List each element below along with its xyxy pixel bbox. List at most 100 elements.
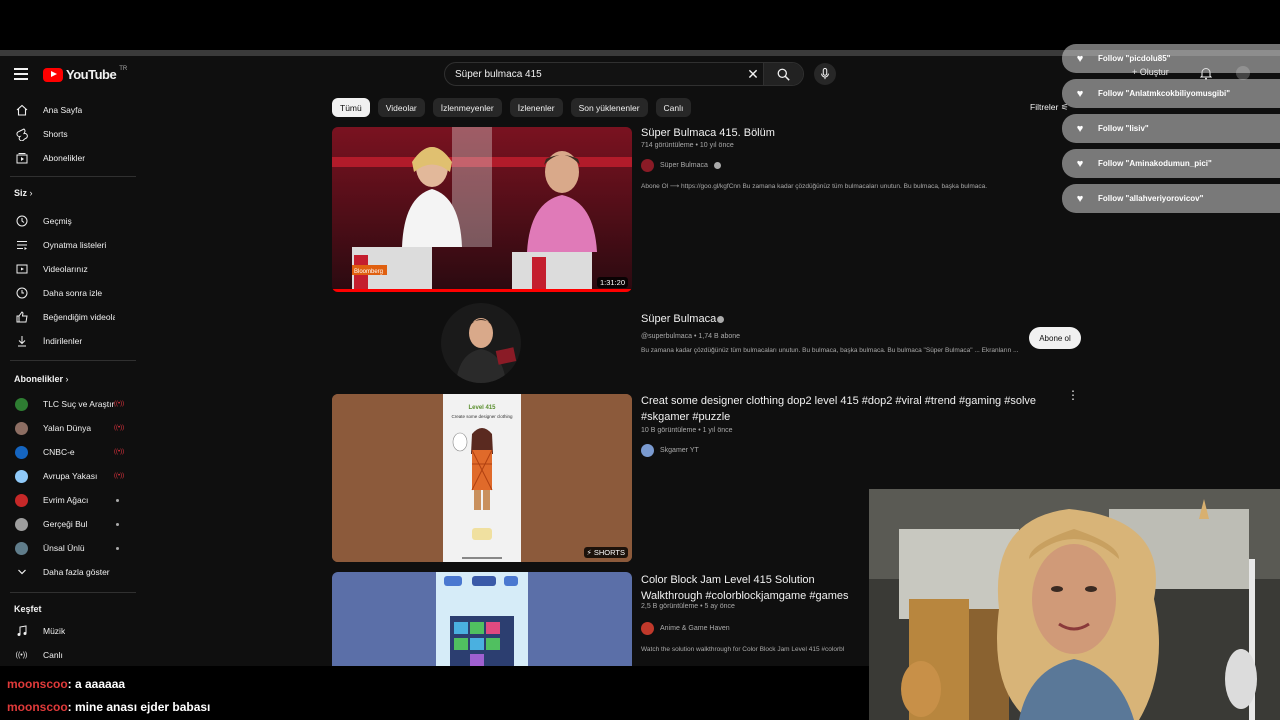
chat-message: moonscoo: a aaaaaa: [7, 677, 125, 691]
channel-avatar: [15, 541, 28, 555]
chip-unwatched[interactable]: İzlenmeyenler: [432, 98, 502, 117]
sidebar-section-subscriptions[interactable]: Abonelikler ›: [14, 374, 69, 384]
sidebar-item-label: Oynatma listeleri: [43, 240, 107, 250]
follow-alert-text: Follow "lisiv": [1098, 124, 1149, 133]
live-icon: ((•)): [114, 449, 125, 455]
sidebar-item-label: Beğendiğim videolar: [43, 312, 115, 322]
sidebar-sub-item[interactable]: Gerçeği Bul: [0, 514, 140, 534]
thumbnail-image: [332, 572, 632, 666]
menu-icon[interactable]: [14, 68, 28, 80]
sidebar-item-history[interactable]: Geçmiş: [0, 211, 140, 231]
sidebar-sub-item[interactable]: Ünsal Ünlü: [0, 538, 140, 558]
channel-link[interactable]: Skgamer YT: [641, 444, 699, 457]
channel-avatar: [15, 397, 28, 411]
sidebar-sub-item[interactable]: TLC Suç ve Araştırma ((•)): [0, 394, 140, 414]
shorts-icon: [15, 127, 28, 141]
verified-icon: [713, 162, 721, 169]
thumbnail-level-text: Level 415: [468, 405, 496, 411]
chat-text: : mine anası ejder babası: [67, 700, 211, 714]
chip-live[interactable]: Canlı: [655, 98, 692, 117]
sidebar-item-label: Videolarınız: [43, 264, 88, 274]
shorts-badge-label: SHORTS: [593, 548, 625, 557]
follow-alert-text: Follow "allahveriyorovicov": [1098, 194, 1204, 203]
thumbnail-prompt-text: Create some designer clothing: [451, 414, 513, 419]
clear-icon[interactable]: ✕: [743, 66, 763, 83]
youtube-logo[interactable]: YouTube TR: [43, 66, 127, 82]
sidebar-item-label: Geçmiş: [43, 216, 72, 226]
thumbnail-image: Bloomberg: [332, 127, 632, 292]
section-title: Keşfet: [14, 604, 42, 614]
music-icon: [15, 625, 28, 638]
chip-videos[interactable]: Videolar: [377, 98, 425, 117]
chat-username: moonscoo: [7, 677, 68, 691]
follow-alert-text: Follow "picdolu85": [1098, 54, 1171, 63]
video-thumbnail[interactable]: [332, 572, 632, 666]
sidebar-item-label: Müzik: [43, 626, 66, 636]
follow-alert: ♥ Follow "lisiv": [1062, 114, 1280, 143]
new-content-dot: [116, 498, 119, 502]
chip-watched[interactable]: İzlenenler: [509, 98, 563, 117]
sidebar-item-playlists[interactable]: Oynatma listeleri: [0, 235, 140, 255]
sidebar-item-label: CNBC-e: [43, 447, 75, 457]
channel-avatar-large[interactable]: [441, 303, 521, 383]
channel-link[interactable]: Anime & Game Haven: [641, 622, 730, 635]
divider: [10, 592, 136, 593]
chat-message: moonscoo: mine anası ejder babası: [7, 700, 210, 714]
channel-title[interactable]: Süper Bulmaca: [641, 311, 1051, 327]
divider: [10, 176, 136, 177]
channel-link[interactable]: Süper Bulmaca: [641, 159, 721, 172]
chevron-right-icon: ›: [29, 188, 33, 198]
home-icon: [15, 104, 28, 117]
mic-button[interactable]: [814, 63, 836, 85]
sidebar-item-label: Yalan Dünya: [43, 423, 92, 433]
channel-avatar: [15, 445, 28, 459]
sidebar-item-music[interactable]: Müzik: [0, 621, 140, 641]
follow-alert: ♥ Follow "allahveriyorovicov": [1062, 184, 1280, 213]
subscriptions-icon: [15, 152, 28, 165]
sidebar-section-you[interactable]: Siz ›: [14, 188, 33, 198]
sidebar-item-liked-videos[interactable]: Beğendiğim videolar: [0, 307, 140, 327]
show-more-button[interactable]: Daha fazla göster: [0, 562, 140, 582]
subscribe-button[interactable]: Abone ol: [1029, 327, 1081, 349]
sidebar-item-home[interactable]: Ana Sayfa: [0, 100, 140, 120]
sidebar-item-label: Avrupa Yakası: [43, 471, 98, 481]
channel-avatar: [641, 159, 654, 172]
thumbnail-logo-text: Bloomberg: [354, 269, 383, 275]
channel-image: [441, 303, 521, 383]
shorts-badge: ⚡ SHORTS: [583, 547, 628, 558]
channel-avatar: [15, 493, 28, 507]
sidebar-item-watch-later[interactable]: Daha sonra izle: [0, 283, 140, 303]
video-title[interactable]: Color Block Jam Level 415 Solution Walkt…: [641, 572, 867, 604]
more-options-icon[interactable]: ⋮: [1067, 389, 1079, 401]
sidebar-sub-item[interactable]: Evrim Ağacı: [0, 490, 140, 510]
chat-username: moonscoo: [7, 700, 68, 714]
heart-icon: ♥: [1076, 52, 1084, 65]
channel-name: Anime & Game Haven: [660, 625, 730, 632]
sidebar-sub-item[interactable]: Avrupa Yakası ((•)): [0, 466, 140, 486]
filters-button[interactable]: Filtreler ⚟: [1030, 102, 1068, 113]
sidebar-item-your-videos[interactable]: Videolarınız: [0, 259, 140, 279]
sidebar-sub-item[interactable]: CNBC-e ((•)): [0, 442, 140, 462]
follow-alert-text: Follow "Anlatmkcokbiliyomusgibi": [1098, 89, 1231, 98]
search-icon: [777, 68, 790, 81]
video-title[interactable]: Süper Bulmaca 415. Bölüm: [641, 125, 1051, 141]
sidebar-item-label: Ana Sayfa: [43, 105, 83, 115]
sidebar-item-downloads[interactable]: İndirilenler: [0, 331, 140, 351]
video-meta: 2,5 B görüntüleme • 5 ay önce: [641, 603, 735, 610]
sidebar-item-live[interactable]: ((•)) Canlı: [0, 645, 140, 665]
sidebar-sub-item[interactable]: Yalan Dünya ((•)): [0, 418, 140, 438]
chip-recently-uploaded[interactable]: Son yüklenenler: [570, 98, 648, 117]
heart-icon: ♥: [1076, 157, 1084, 170]
sidebar-item-label: Evrim Ağacı: [43, 495, 89, 505]
video-thumbnail[interactable]: Level 415 Create some designer clothing …: [332, 394, 632, 562]
search-input[interactable]: [445, 63, 743, 85]
video-thumbnail[interactable]: Bloomberg 1:31:20: [332, 127, 632, 292]
sidebar-item-subscriptions[interactable]: Abonelikler: [0, 148, 140, 168]
sidebar-item-label: Abonelikler: [43, 153, 86, 163]
chip-all[interactable]: Tümü: [332, 98, 370, 117]
search-button[interactable]: [763, 63, 803, 85]
divider: [10, 360, 136, 361]
sidebar-item-shorts[interactable]: Shorts: [0, 124, 140, 144]
channel-meta: @superbulmaca • 1,74 B abone: [641, 333, 741, 340]
video-title[interactable]: Creat some designer clothing dop2 level …: [641, 393, 1041, 425]
